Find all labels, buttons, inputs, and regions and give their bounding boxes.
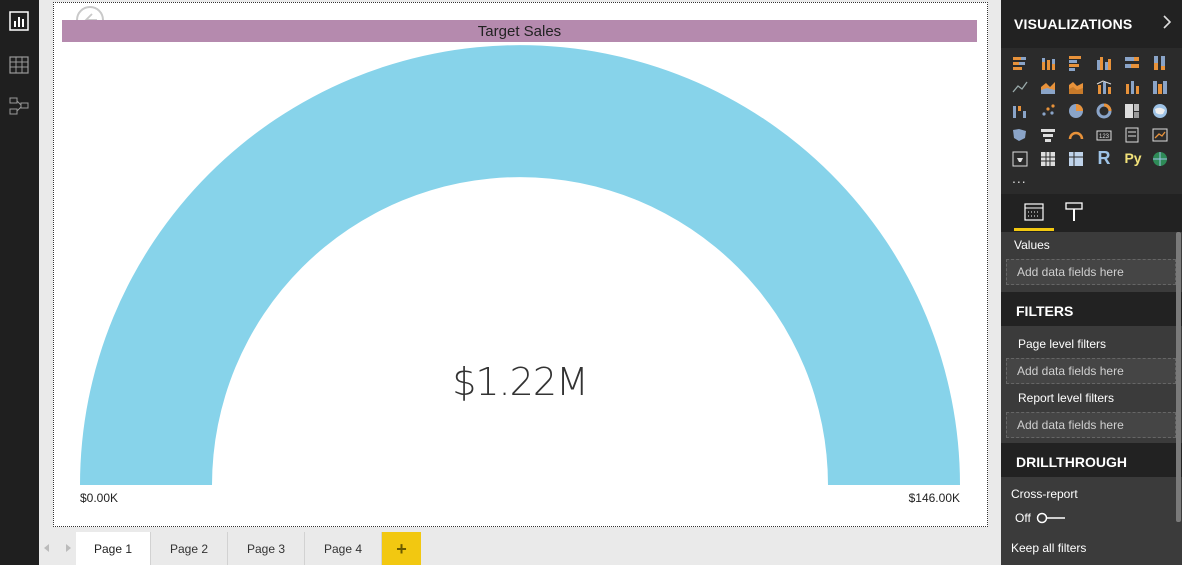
page-level-filters-label: Page level filters — [1018, 337, 1107, 351]
matrix-icon[interactable] — [1067, 150, 1085, 168]
values-well-label: Values — [1014, 238, 1050, 252]
arcgis-map-icon[interactable] — [1151, 150, 1169, 168]
clustered-bar-icon[interactable] — [1067, 54, 1085, 72]
gauge-arc[interactable] — [80, 45, 960, 485]
clustered-column-icon[interactable] — [1095, 54, 1113, 72]
report-filters-drop-zone[interactable]: Add data fields here — [1006, 412, 1176, 438]
cross-report-toggle[interactable] — [1036, 512, 1066, 524]
pie-chart-icon[interactable] — [1067, 102, 1085, 120]
active-tab-indicator — [1014, 228, 1054, 231]
filters-title: FILTERS — [1016, 303, 1074, 319]
stacked-bar-icon[interactable] — [1011, 54, 1029, 72]
waterfall-chart-icon[interactable] — [1011, 102, 1029, 120]
chevron-right-icon[interactable] — [1162, 14, 1172, 30]
map-icon[interactable] — [1151, 102, 1169, 120]
svg-text:123: 123 — [1099, 134, 1110, 140]
page-tabs-bar: Page 1 Page 2 Page 3 Page 4 + — [39, 532, 1001, 565]
line-clustered-column-icon[interactable] — [1095, 78, 1113, 96]
line-chart-icon[interactable] — [1011, 78, 1029, 96]
area-chart-icon[interactable] — [1039, 78, 1057, 96]
fields-tab-icon[interactable] — [1023, 202, 1045, 222]
paint-roller-icon[interactable] — [1064, 201, 1084, 223]
gauge-chart — [80, 45, 960, 485]
values-drop-zone[interactable]: Add data fields here — [1006, 259, 1176, 285]
pane-scrollbar[interactable] — [1176, 232, 1181, 522]
donut-chart-icon[interactable] — [1095, 102, 1113, 120]
line-stacked-column-icon[interactable] — [1123, 78, 1141, 96]
gauge-max-label: $146.00K — [908, 491, 960, 505]
multi-row-card-icon[interactable] — [1123, 126, 1141, 144]
100-stacked-bar-icon[interactable] — [1123, 54, 1141, 72]
kpi-icon[interactable] — [1151, 126, 1169, 144]
visualizations-header: VISUALIZATIONS — [1001, 0, 1182, 48]
ribbon-chart-icon[interactable] — [1151, 78, 1169, 96]
gauge-min-label: $0.00K — [80, 491, 119, 505]
r-visual-icon[interactable]: R — [1095, 148, 1113, 168]
tab-page-1[interactable]: Page 1 — [76, 532, 151, 565]
python-visual-icon[interactable]: Py — [1121, 148, 1145, 166]
filled-map-icon[interactable] — [1011, 126, 1029, 144]
filters-header: FILTERS — [1001, 292, 1182, 326]
page-filters-drop-zone[interactable]: Add data fields here — [1006, 358, 1176, 384]
drillthrough-header: DRILLTHROUGH — [1001, 443, 1182, 477]
tab-page-2[interactable]: Page 2 — [151, 532, 228, 565]
keep-all-filters-label: Keep all filters — [1011, 541, 1087, 555]
tab-page-3[interactable]: Page 3 — [228, 532, 305, 565]
stacked-column-icon[interactable] — [1039, 54, 1057, 72]
gauge-icon[interactable] — [1067, 126, 1085, 144]
funnel-chart-icon[interactable] — [1039, 126, 1057, 144]
gauge-value-label: $1.22M — [452, 360, 589, 404]
add-page-button[interactable]: + — [382, 532, 421, 565]
tab-page-4[interactable]: Page 4 — [305, 532, 382, 565]
card-icon[interactable]: 123 — [1095, 126, 1113, 144]
visualizations-title: VISUALIZATIONS — [1014, 16, 1133, 32]
visualizations-gallery: 123 R Py — [1001, 48, 1182, 194]
next-page-arrow-icon[interactable] — [66, 544, 71, 552]
100-stacked-column-icon[interactable] — [1151, 54, 1169, 72]
prev-page-arrow-icon[interactable] — [44, 544, 49, 552]
report-level-filters-label: Report level filters — [1018, 391, 1115, 405]
more-visuals-icon[interactable]: ... — [1012, 170, 1027, 186]
table-icon[interactable] — [1039, 150, 1057, 168]
drillthrough-title: DRILLTHROUGH — [1016, 454, 1127, 470]
treemap-icon[interactable] — [1123, 102, 1141, 120]
slicer-icon[interactable] — [1011, 150, 1029, 168]
stacked-area-icon[interactable] — [1067, 78, 1085, 96]
right-pane: VISUALIZATIONS 123 R Py ... Values Add d… — [1001, 0, 1182, 565]
pane-tabs — [1001, 194, 1182, 232]
cross-report-label: Cross-report — [1011, 487, 1078, 501]
cross-report-state: Off — [1015, 511, 1031, 525]
scatter-chart-icon[interactable] — [1039, 102, 1057, 120]
